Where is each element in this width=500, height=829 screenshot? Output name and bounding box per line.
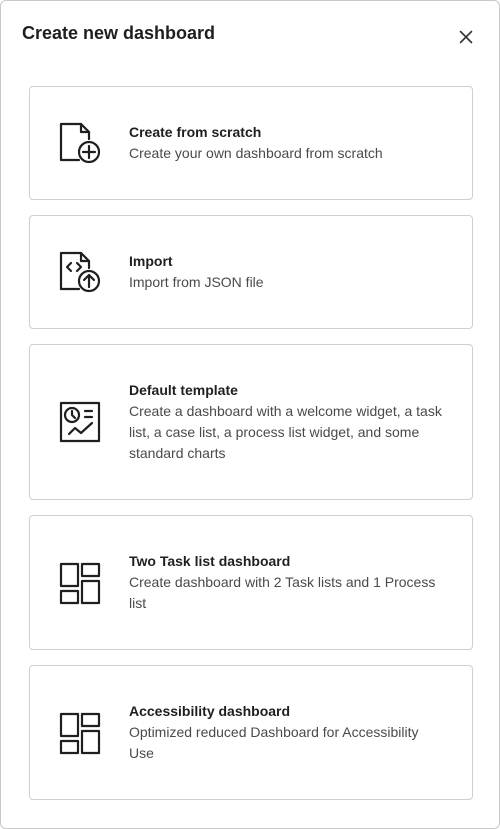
dashboard-options-list: Create from scratch Create your own dash… xyxy=(29,86,473,800)
option-description: Create dashboard with 2 Task lists and 1… xyxy=(129,574,436,611)
option-title: Default template xyxy=(129,382,238,398)
option-description: Create a dashboard with a welcome widget… xyxy=(129,403,442,461)
file-plus-icon xyxy=(58,121,102,165)
option-description: Optimized reduced Dashboard for Accessib… xyxy=(129,724,419,761)
option-default-template[interactable]: Default template Create a dashboard with… xyxy=(29,344,473,500)
option-title: Two Task list dashboard xyxy=(129,553,291,569)
close-icon xyxy=(459,30,473,44)
option-description: Import from JSON file xyxy=(129,274,264,290)
option-create-from-scratch[interactable]: Create from scratch Create your own dash… xyxy=(29,86,473,200)
file-code-upload-icon xyxy=(58,250,102,294)
option-accessibility-dashboard[interactable]: Accessibility dashboard Optimized reduce… xyxy=(29,665,473,800)
dashboard-layout-icon xyxy=(58,561,102,605)
option-title: Import xyxy=(129,253,173,269)
option-title: Create from scratch xyxy=(129,124,262,140)
close-button[interactable] xyxy=(453,24,479,50)
option-description: Create your own dashboard from scratch xyxy=(129,145,383,161)
option-import[interactable]: Import Import from JSON file xyxy=(29,215,473,329)
create-dashboard-dialog: Create new dashboard Create from scratch… xyxy=(0,0,500,829)
report-chart-icon xyxy=(58,400,102,444)
dashboard-layout-icon xyxy=(58,711,102,755)
dialog-title: Create new dashboard xyxy=(22,23,216,43)
option-two-task-list-dashboard[interactable]: Two Task list dashboard Create dashboard… xyxy=(29,515,473,650)
option-title: Accessibility dashboard xyxy=(129,703,291,719)
